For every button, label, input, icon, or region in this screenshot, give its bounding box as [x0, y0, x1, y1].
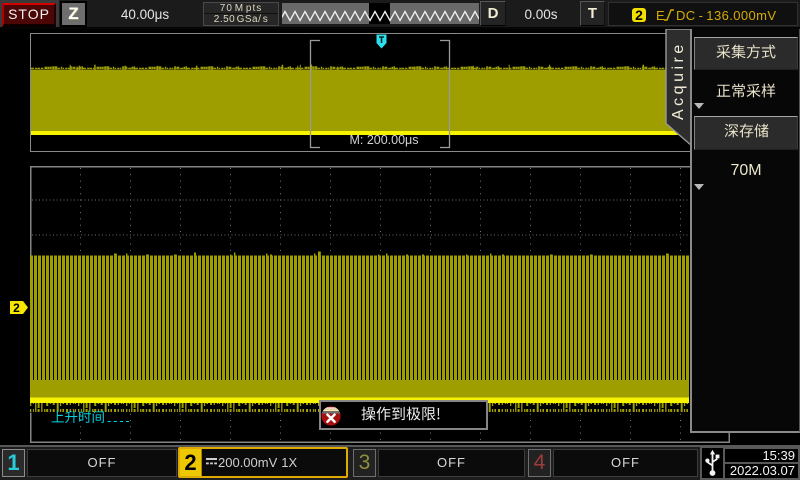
svg-text:2: 2 — [13, 301, 20, 314]
